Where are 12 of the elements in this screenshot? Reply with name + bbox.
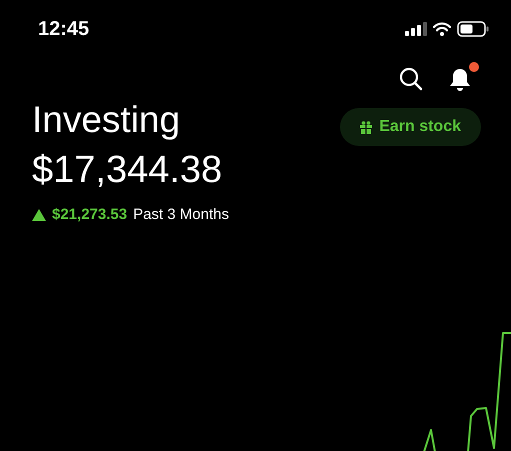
wifi-icon: [433, 22, 451, 36]
battery-icon: [457, 21, 489, 37]
change-amount: $21,273.53: [52, 205, 128, 225]
signal-icon: [405, 22, 427, 36]
search-icon[interactable]: [399, 67, 423, 91]
portfolio-value: $17,344.38: [32, 148, 224, 193]
gift-icon: [360, 120, 372, 134]
status-time: 12:45: [38, 17, 90, 42]
bell-icon[interactable]: [449, 68, 471, 92]
earn-stock-button[interactable]: Earn stock: [340, 108, 481, 146]
change-period: Past 3 Months: [133, 205, 229, 225]
portfolio-title: Investing: [32, 98, 182, 142]
